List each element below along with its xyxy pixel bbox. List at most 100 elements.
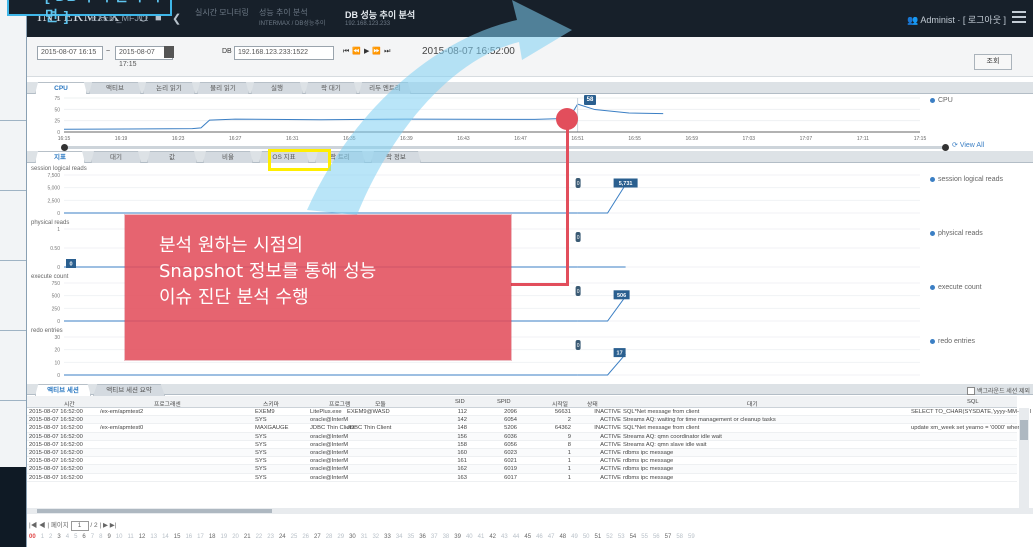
snapshot-index-item[interactable]: 57 (665, 534, 672, 540)
grid-header-cell[interactable]: 시작일 (552, 399, 568, 408)
snapshot-index-item[interactable]: 49 (571, 534, 578, 540)
snapshot-index-item[interactable]: 5 (74, 534, 77, 540)
snapshot-index-item[interactable]: 6 (82, 534, 85, 540)
snapshot-index-item[interactable]: 46 (536, 534, 543, 540)
snapshot-index-item[interactable]: 43 (501, 534, 508, 540)
snapshot-index-item[interactable]: 19 (221, 534, 228, 540)
snapshot-index-item[interactable]: 31 (361, 534, 368, 540)
from-date-input[interactable]: 2015-08-07 16:15 (37, 46, 103, 60)
snapshot-index-item[interactable]: 16 (185, 534, 192, 540)
snapshot-index-item[interactable]: 55 (641, 534, 648, 540)
tab-active-session-summary[interactable]: 액티브 세션 요약 (93, 384, 165, 396)
snapshot-index-item[interactable]: 45 (524, 534, 531, 540)
snapshot-index-item[interactable]: 53 (618, 534, 625, 540)
snapshot-index-item[interactable]: 54 (630, 534, 637, 540)
snapshot-index-item[interactable]: 21 (244, 534, 251, 540)
snapshot-index-item[interactable]: 30 (349, 534, 356, 540)
next-page-icon[interactable]: ▶ (103, 522, 108, 529)
tab-lower-2[interactable]: 값 (147, 151, 197, 163)
snapshot-index-item[interactable]: 4 (66, 534, 69, 540)
tab-upper-3[interactable]: 물리 읽기 (197, 82, 249, 94)
snapshot-index-item[interactable]: 8 (99, 534, 102, 540)
snapshot-index-item[interactable]: 58 (676, 534, 683, 540)
snapshot-index-item[interactable]: 13 (150, 534, 157, 540)
snapshot-index-item[interactable]: 17 (197, 534, 204, 540)
snapshot-index-item[interactable]: 14 (162, 534, 169, 540)
grid-header-cell[interactable]: 상태 (587, 399, 598, 408)
snapshot-index-item[interactable]: 26 (302, 534, 309, 540)
table-row[interactable]: 2015-08-07 16:52:00 SYS oracle@InterM 160 60… (27, 448, 1017, 458)
page-input[interactable]: 1 (70, 521, 89, 531)
snapshot-index-item[interactable]: 00 (29, 534, 36, 540)
snapshot-index-item[interactable]: 10 (116, 534, 123, 540)
snapshot-index-item[interactable]: 56 (653, 534, 660, 540)
series-legend-2[interactable]: execute count (930, 284, 982, 291)
hamburger-menu-icon[interactable] (1012, 11, 1026, 23)
snapshot-index-item[interactable]: 47 (548, 534, 555, 540)
grid-header-cell[interactable]: SQL (967, 399, 979, 405)
snapshot-index-item[interactable]: 11 (127, 534, 133, 540)
slider-handle-right[interactable] (942, 144, 949, 151)
breadcrumb-realtime[interactable]: 실시간 모니터링 (195, 8, 249, 18)
table-row[interactable]: 2015-08-07 16:52:00/ex-em/apmtest2 EXEM9 L… (27, 408, 1031, 417)
table-row[interactable]: 2015-08-07 16:52:00 SYS oracle@InterM 161 60… (27, 457, 1017, 466)
tab-lower-1[interactable]: 대기 (91, 151, 141, 163)
snapshot-index-item[interactable]: 51 (595, 534, 602, 540)
snapshot-index-item[interactable]: 38 (443, 534, 450, 540)
logout-link[interactable]: [ 로그아웃 ] (963, 15, 1006, 25)
snapshot-index-item[interactable]: 1 (41, 534, 44, 540)
snapshot-index-item[interactable]: 22 (256, 534, 263, 540)
slider-handle-left[interactable] (61, 144, 68, 151)
snapshot-index-item[interactable]: 40 (466, 534, 473, 540)
snapshot-index-item[interactable]: 3 (57, 534, 60, 540)
grid-header-cell[interactable]: 모듈 (375, 399, 386, 408)
tab-active-session[interactable]: 액티브 세션 (35, 384, 91, 396)
snapshot-index-item[interactable]: 50 (583, 534, 590, 540)
snapshot-index-item[interactable]: 12 (139, 534, 146, 540)
first-page-icon[interactable]: |◀ (29, 522, 37, 529)
table-row[interactable]: 2015-08-07 16:52:00 SYS oracle@InterM 158 60… (27, 441, 1017, 449)
series-legend-1[interactable]: physical reads (930, 230, 983, 237)
snapshot-index-item[interactable]: 25 (291, 534, 298, 540)
exclude-background-checkbox[interactable]: 백그라운드 세션 제외 (967, 386, 1030, 395)
snapshot-index-item[interactable]: 36 (419, 534, 426, 540)
snapshot-index-item[interactable]: 15 (174, 534, 181, 540)
cpu-legend[interactable]: CPU (930, 97, 953, 104)
tab-lower-3[interactable]: 비율 (203, 151, 253, 163)
grid-header-cell[interactable]: 대기 (747, 399, 758, 408)
tab-upper-1[interactable]: 액티브 (89, 82, 141, 94)
snapshot-index-item[interactable]: 33 (384, 534, 391, 540)
table-row[interactable]: 2015-08-07 16:52:00 SYS oracle@InterM 156 60… (27, 432, 1017, 441)
table-row[interactable]: 2015-08-07 16:52:00 SYS oracle@InterM 163 60… (27, 474, 1017, 482)
grid-header-cell[interactable]: 프로그래센 (154, 399, 181, 408)
query-button[interactable]: 조회 (974, 54, 1012, 70)
snapshot-index-item[interactable]: 37 (431, 534, 438, 540)
snapshot-index-item[interactable]: 7 (91, 534, 94, 540)
snapshot-index-item[interactable]: 23 (267, 534, 274, 540)
snapshot-index-item[interactable]: 20 (232, 534, 239, 540)
tab-upper-2[interactable]: 논리 읽기 (143, 82, 195, 94)
user-menu[interactable]: 👥 Administ · [ 로그아웃 ] (907, 13, 1006, 26)
series-legend-0[interactable]: session logical reads (930, 176, 1003, 183)
grid-header-cell[interactable]: 프로그램 (329, 399, 350, 408)
grid-header-cell[interactable]: SPID (497, 399, 511, 405)
snapshot-index-item[interactable]: 28 (326, 534, 333, 540)
prev-page-icon[interactable]: ◀ (39, 522, 46, 529)
snapshot-index-item[interactable]: 59 (688, 534, 695, 540)
snapshot-index-item[interactable]: 35 (408, 534, 415, 540)
snapshot-index-item[interactable]: 27 (314, 534, 321, 540)
table-row[interactable]: 2015-08-07 16:52:00/ex-em/apmtest0 MAXGAU… (27, 424, 1023, 433)
snapshot-index-item[interactable]: 29 (337, 534, 344, 540)
snapshot-index-item[interactable]: 34 (396, 534, 403, 540)
snapshot-index-item[interactable]: 42 (489, 534, 496, 540)
table-row[interactable]: 2015-08-07 16:52:00 SYS oracle@InterM 142 60… (27, 416, 1017, 425)
snapshot-index-item[interactable]: 24 (279, 534, 286, 540)
grid-header-cell[interactable]: 스키마 (263, 399, 279, 408)
grid-header-cell[interactable]: 시간 (64, 399, 75, 408)
series-legend-3[interactable]: redo entries (930, 338, 975, 345)
snapshot-index-item[interactable]: 9 (107, 534, 110, 540)
tab-lower-0[interactable]: 지표 (35, 151, 85, 163)
view-all-link[interactable]: ⟳ View All (952, 141, 984, 149)
snapshot-index-item[interactable]: 18 (209, 534, 216, 540)
snapshot-index-item[interactable]: 41 (478, 534, 485, 540)
